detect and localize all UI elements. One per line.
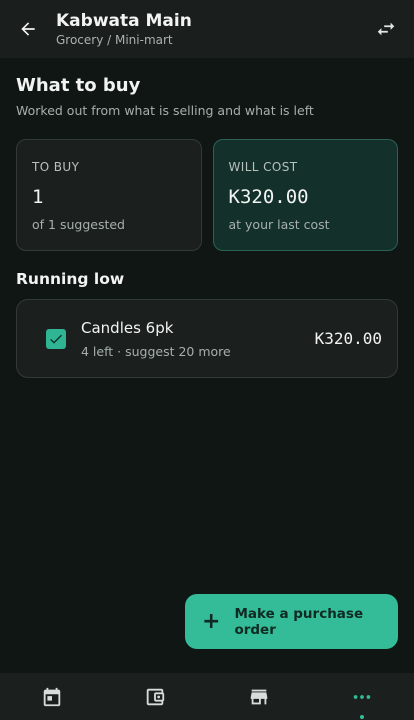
list-item[interactable]: Candles 6pk 4 left · suggest 20 more K32…: [16, 299, 398, 378]
calendar-icon: [43, 687, 60, 706]
item-checkbox[interactable]: [46, 328, 66, 349]
summary-cards: TO BUY 1 of 1 suggested WILL COST K320.0…: [16, 139, 398, 251]
page-subtitle: Worked out from what is selling and what…: [16, 103, 314, 118]
to-buy-card: TO BUY 1 of 1 suggested: [16, 139, 202, 251]
check-icon: [50, 334, 62, 344]
bottom-navigation: [0, 673, 414, 720]
will-cost-value: K320.00: [228, 186, 309, 208]
page-title: What to buy: [16, 75, 141, 96]
nav-tab-more[interactable]: [311, 673, 414, 720]
active-tab-indicator: [360, 715, 365, 719]
top-app-bar: Kabwata Main Grocery / Mini-mart: [0, 0, 414, 58]
make-purchase-order-button[interactable]: + Make a purchase order: [185, 594, 398, 649]
store-type: Grocery / Mini-mart: [56, 33, 173, 47]
item-price: K320.00: [314, 329, 382, 348]
store-name: Kabwata Main: [56, 11, 192, 31]
to-buy-label: TO BUY: [32, 160, 80, 174]
wallet-icon: [147, 688, 165, 705]
back-button[interactable]: [0, 0, 56, 58]
to-buy-value: 1: [32, 186, 44, 208]
will-cost-label: WILL COST: [228, 160, 298, 174]
switch-store-button[interactable]: [358, 0, 414, 58]
item-stock-meta: 4 left · suggest 20 more: [81, 343, 231, 359]
nav-tab-calendar[interactable]: [0, 673, 104, 720]
running-low-heading: Running low: [16, 270, 125, 288]
more-icon: [354, 694, 371, 699]
nav-tab-store[interactable]: [207, 673, 311, 720]
plus-icon: +: [202, 608, 221, 634]
item-name: Candles 6pk: [81, 318, 174, 337]
arrow-back-icon: [21, 22, 35, 36]
nav-tab-wallet[interactable]: [104, 673, 208, 720]
will-cost-card: WILL COST K320.00 at your last cost: [212, 139, 398, 251]
will-cost-note: at your last cost: [228, 217, 330, 232]
main-content: What to buy Worked out from what is sell…: [16, 74, 398, 378]
swap-arrows-icon: [377, 22, 395, 36]
make-purchase-order-label: Make a purchase order: [234, 605, 364, 638]
store-icon: [250, 689, 267, 704]
to-buy-note: of 1 suggested: [32, 217, 125, 232]
